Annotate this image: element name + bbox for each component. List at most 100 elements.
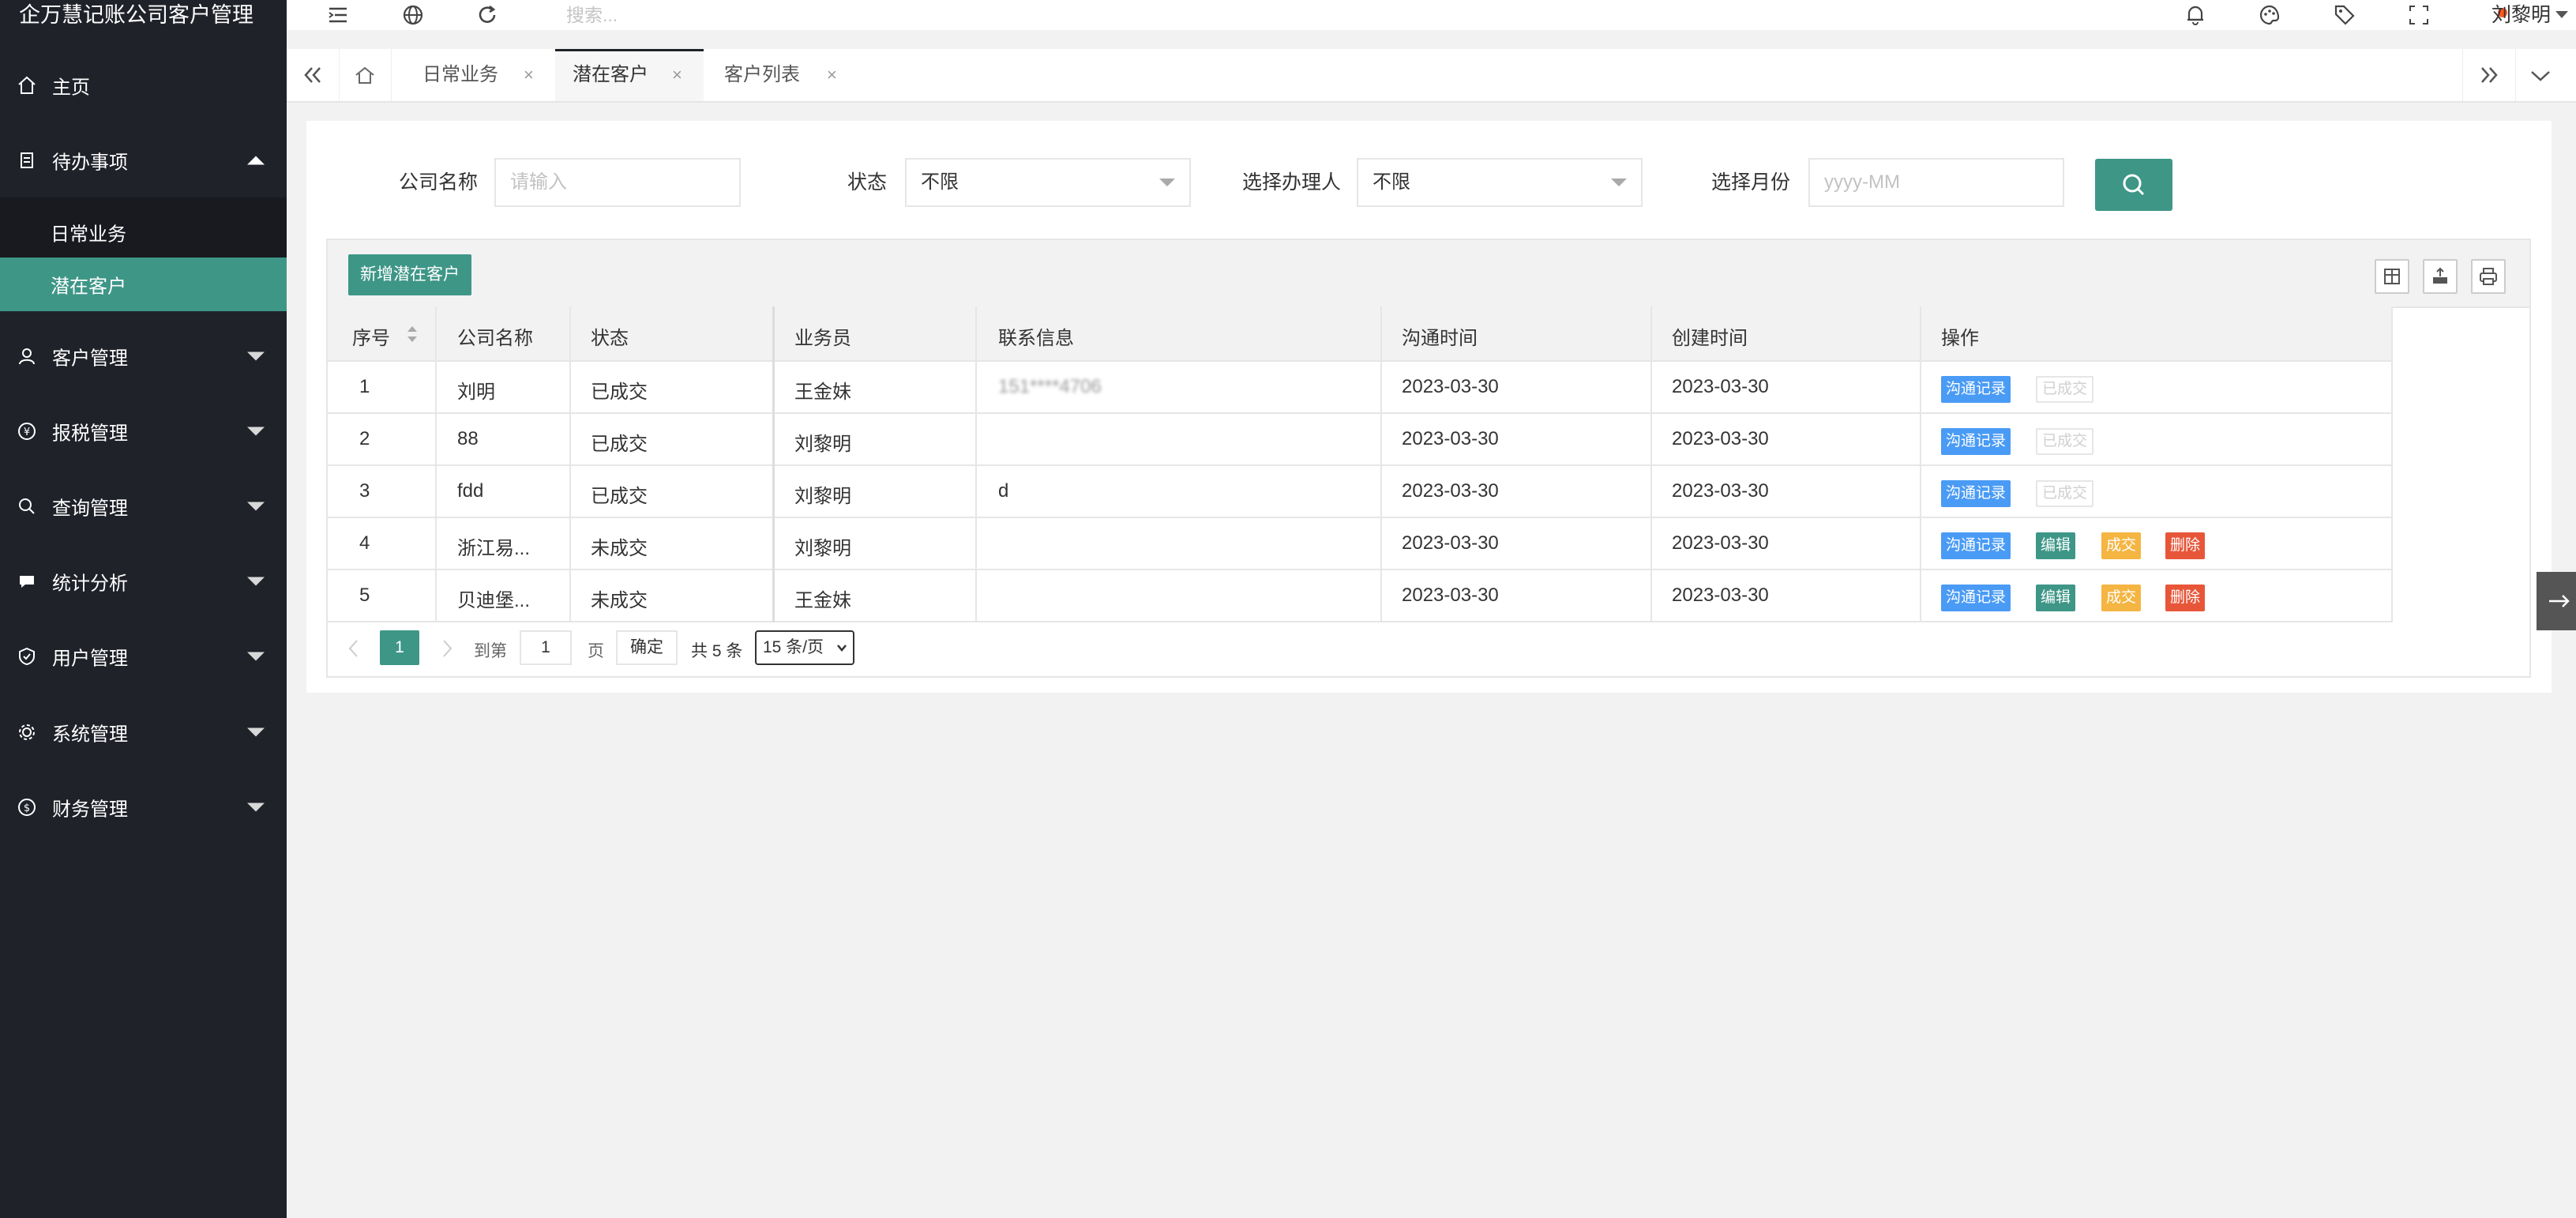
sidebar-item-todo[interactable]: 待办事项: [0, 133, 287, 188]
status-select[interactable]: 不限: [905, 158, 1191, 207]
globe-icon[interactable]: [400, 2, 426, 28]
cell-comm-time: 2023-03-30: [1402, 532, 1499, 554]
page-jump-input[interactable]: 1: [520, 630, 572, 665]
search-button[interactable]: [2095, 159, 2172, 211]
delete-button[interactable]: 删除: [2165, 532, 2206, 559]
edit-button[interactable]: 编辑: [2036, 585, 2076, 611]
sidebar-item-label: 客户管理: [52, 348, 128, 370]
edit-button[interactable]: 编辑: [2036, 532, 2076, 559]
tabs-scroll-right-icon[interactable]: [2462, 49, 2516, 101]
status-select-value: 不限: [921, 171, 959, 193]
close-icon[interactable]: ×: [524, 49, 534, 101]
comm-record-button[interactable]: 沟通记录: [1941, 376, 2011, 403]
global-search-input[interactable]: 搜索...: [566, 2, 618, 28]
cell-created: 2023-03-30: [1672, 480, 1769, 502]
bell-icon[interactable]: [2182, 2, 2209, 28]
export-icon[interactable]: [2423, 259, 2458, 294]
deal-button[interactable]: 成交: [2101, 532, 2142, 559]
table-row[interactable]: 2 88 已成交 刘黎明 2023-03-30 2023-03-30 沟通记录 已成交: [328, 414, 2391, 466]
company-name-input[interactable]: 请输入: [494, 158, 741, 207]
tabs-menu-icon[interactable]: [2514, 49, 2567, 101]
user-menu[interactable]: 刘黎明: [2492, 2, 2551, 28]
cell-contact: d: [998, 480, 1009, 502]
sidebar-item-finance[interactable]: $ 财务管理: [0, 780, 287, 835]
prev-page-icon[interactable]: [345, 637, 362, 660]
chevron-down-icon: [247, 727, 265, 737]
delete-button[interactable]: 删除: [2165, 585, 2206, 611]
sidebar-item-system[interactable]: 系统管理: [0, 705, 287, 760]
chevron-down-icon: [247, 427, 265, 436]
cell-company: 88: [457, 428, 479, 449]
tabs-scroll-left-icon[interactable]: [287, 49, 340, 101]
sidebar-item-label: 财务管理: [52, 799, 128, 821]
tab-customer-list[interactable]: 客户列表 ×: [724, 49, 843, 101]
sidebar-item-query[interactable]: 查询管理: [0, 479, 287, 534]
cell-status: 已成交: [591, 434, 648, 455]
tab-daily[interactable]: 日常业务 ×: [422, 49, 541, 101]
comm-record-button[interactable]: 沟通记录: [1941, 480, 2011, 507]
sidebar-item-tax[interactable]: ¥ 报税管理: [0, 404, 287, 459]
tab-home-icon[interactable]: [339, 49, 392, 101]
tab-potential-customers[interactable]: 潜在客户 ×: [555, 49, 704, 101]
svg-text:$: $: [24, 803, 30, 814]
handler-select[interactable]: 不限: [1357, 158, 1643, 207]
chevron-down-icon: [837, 645, 847, 652]
col-header-status: 状态: [591, 328, 629, 349]
done-badge: 已成交: [2036, 428, 2094, 455]
comm-record-button[interactable]: 沟通记录: [1941, 585, 2011, 611]
sidebar-item-label: 主页: [52, 77, 90, 99]
comm-record-button[interactable]: 沟通记录: [1941, 532, 2011, 559]
sidebar-item-customers[interactable]: 客户管理: [0, 329, 287, 384]
cell-no: 3: [359, 480, 370, 502]
total-count: 共 5 条: [691, 642, 743, 660]
page-size-select[interactable]: 15 条/页: [755, 630, 854, 665]
deal-button[interactable]: 成交: [2101, 585, 2142, 611]
handler-select-value: 不限: [1372, 171, 1410, 193]
refresh-icon[interactable]: [474, 2, 501, 28]
palette-icon[interactable]: [2256, 2, 2283, 28]
side-collapse-arrow-icon[interactable]: [2537, 572, 2576, 630]
col-header-comm-time: 沟通时间: [1402, 328, 1478, 349]
sidebar-subitem-potential[interactable]: 潜在客户: [0, 258, 287, 311]
table-row[interactable]: 3 fdd 已成交 刘黎明 d 2023-03-30 2023-03-30 沟通记录 已成交: [328, 466, 2391, 518]
sort-icon[interactable]: [406, 322, 419, 346]
print-icon[interactable]: [2471, 259, 2506, 294]
chevron-down-icon: [247, 351, 265, 361]
cell-created: 2023-03-30: [1672, 585, 1769, 606]
tag-icon[interactable]: [2331, 2, 2358, 28]
table-row[interactable]: 5 贝迪堡... 未成交 王金妹 2023-03-30 2023-03-30 沟通记录 编辑成…: [328, 570, 2391, 622]
sidebar-item-label: 查询管理: [52, 498, 128, 520]
add-potential-customer-button[interactable]: 新增潜在客户: [348, 254, 471, 295]
close-icon[interactable]: ×: [827, 49, 837, 101]
cell-no: 4: [359, 532, 370, 554]
goto-label: 到第: [474, 642, 507, 660]
cell-created: 2023-03-30: [1672, 532, 1769, 554]
gear-icon: [16, 721, 38, 743]
fullscreen-icon[interactable]: [2405, 2, 2432, 28]
status-label: 状态: [847, 171, 888, 194]
column-divider: [1380, 306, 1382, 622]
table-row[interactable]: 4 浙江易... 未成交 刘黎明 2023-03-30 2023-03-30 沟通记录 编辑成…: [328, 518, 2391, 570]
page-current[interactable]: 1: [380, 630, 419, 665]
page-size-value: 15 条/页: [763, 638, 824, 656]
column-divider: [569, 306, 571, 622]
sidebar-item-users[interactable]: 用户管理: [0, 629, 287, 684]
columns-icon[interactable]: [2375, 259, 2409, 294]
dollar-icon: $: [16, 796, 38, 818]
table-toolbar: [326, 239, 2531, 308]
table-row[interactable]: 1 刘明 已成交 王金妹 151****4706 2023-03-30 2023-03-30…: [328, 362, 2391, 414]
tab-label: 潜在客户: [573, 64, 648, 85]
cell-no: 2: [359, 428, 370, 449]
next-page-icon[interactable]: [438, 637, 456, 660]
chevron-down-icon: [247, 652, 265, 661]
menu-toggle-icon[interactable]: [325, 2, 351, 28]
comm-record-button[interactable]: 沟通记录: [1941, 428, 2011, 455]
close-icon[interactable]: ×: [672, 51, 682, 99]
sidebar-item-home[interactable]: 主页: [0, 58, 287, 113]
sidebar-item-stats[interactable]: 统计分析: [0, 554, 287, 609]
cell-comm-time: 2023-03-30: [1402, 480, 1499, 502]
sidebar-subitem-daily[interactable]: 日常业务: [0, 205, 287, 259]
col-header-no[interactable]: 序号: [352, 322, 390, 350]
month-input[interactable]: yyyy-MM: [1808, 158, 2064, 207]
page-jump-confirm-button[interactable]: 确定: [616, 630, 678, 665]
